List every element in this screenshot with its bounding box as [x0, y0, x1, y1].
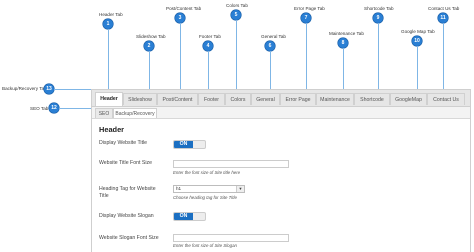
- callout-badge-10: 10: [412, 36, 422, 46]
- tab-google-map[interactable]: GoogleMap: [390, 93, 427, 105]
- display-title-toggle[interactable]: ON: [173, 140, 206, 149]
- callout-badge-2: 2: [144, 41, 154, 51]
- callout-label-contact-us-tab: Contact Us Tab: [428, 6, 460, 11]
- callout-badge-11: 11: [438, 13, 448, 23]
- callout-line-5: [236, 20, 237, 93]
- toggle-on-label: ON: [174, 213, 193, 220]
- callout-label-seo-tab: SEO Tab: [30, 106, 49, 111]
- tab-shortcode[interactable]: Shortcode: [354, 93, 390, 105]
- callout-badge-1: 1: [103, 19, 113, 29]
- callout-label-error-page-tab: Error Page Tab: [294, 6, 325, 11]
- heading-tag-label: Heading Tag for Website Title: [99, 186, 156, 200]
- title-font-size-input[interactable]: [173, 160, 289, 168]
- heading-tag-hint: Choose heading tag for Site Title: [173, 195, 237, 200]
- callout-badge-8: 8: [338, 38, 348, 48]
- callout-line-7: [306, 23, 307, 93]
- callout-badge-13: 13: [44, 84, 54, 94]
- tab-general[interactable]: General: [251, 93, 280, 105]
- slogan-font-size-input[interactable]: [173, 234, 289, 242]
- callout-badge-5: 5: [231, 10, 241, 20]
- callout-line-2: [149, 51, 150, 93]
- toggle-on-label: ON: [174, 141, 193, 148]
- callout-badge-12: 12: [49, 103, 59, 113]
- section-title: Header: [99, 125, 125, 134]
- display-slogan-label: Display Website Slogan: [99, 213, 154, 219]
- tab-footer[interactable]: Footer: [198, 93, 225, 105]
- callout-line-6: [270, 51, 271, 93]
- callout-label-shortcode-tab: Shortcode Tab: [364, 6, 394, 11]
- display-title-label: Display Website Title: [99, 140, 148, 146]
- callout-line-3: [180, 23, 181, 93]
- callout-line-11: [443, 23, 444, 93]
- callout-label-general-tab: General Tab: [261, 34, 286, 39]
- callout-label-post-content-tab: Post/Content Tab: [166, 6, 202, 11]
- callout-label-google-map-tab: Google Map Tab: [401, 29, 435, 34]
- callout-label-maintenance-tab: Maintenance Tab: [329, 31, 364, 36]
- callout-badge-7: 7: [301, 13, 311, 23]
- slogan-font-size-hint: Enter the font size of Site Slogan: [173, 243, 237, 248]
- callout-badge-3: 3: [175, 13, 185, 23]
- heading-tag-select[interactable]: h1 ▼: [173, 185, 245, 193]
- display-slogan-toggle[interactable]: ON: [173, 212, 206, 221]
- callout-badge-6: 6: [265, 41, 275, 51]
- callout-badge-4: 4: [203, 41, 213, 51]
- title-font-size-label: Website Title Font Size: [99, 160, 152, 166]
- tab-seo[interactable]: SEO: [95, 108, 113, 118]
- callout-label-colors-tab: Colors Tab: [226, 3, 248, 8]
- annotated-screenshot: Header Tab 1 Slideshow Tab 2 Post/Conten…: [0, 0, 474, 252]
- callout-line-8: [343, 48, 344, 93]
- title-font-size-hint: Enter the font size of Site title here: [173, 170, 241, 175]
- callout-line-13: [54, 89, 91, 90]
- callout-line-9: [378, 23, 379, 93]
- heading-tag-value: h1: [176, 186, 182, 191]
- chevron-down-icon: ▼: [236, 186, 244, 192]
- tab-error-page[interactable]: Error Page: [280, 93, 316, 105]
- callout-line-4: [208, 51, 209, 93]
- callout-badge-9: 9: [373, 13, 383, 23]
- tab-slideshow[interactable]: Slideshow: [123, 93, 157, 105]
- tab-post-content[interactable]: Post/Content: [157, 93, 198, 105]
- callout-label-backup-recovery-tab: Backup/Recovery Tab: [2, 86, 47, 91]
- settings-panel: Header Slideshow Post/Content Footer Col…: [91, 89, 471, 252]
- callout-line-12: [59, 108, 92, 109]
- callout-line-1: [108, 29, 109, 93]
- callout-line-10: [417, 46, 418, 93]
- tab-colors[interactable]: Colors: [225, 93, 251, 105]
- tab-contact-us[interactable]: Contact Us: [427, 93, 465, 105]
- tab-backup-recovery[interactable]: Backup/Recovery: [113, 108, 157, 118]
- heading-tag-label-line2: Title: [99, 193, 109, 199]
- callout-label-footer-tab: Footer Tab: [199, 34, 221, 39]
- callout-label-slideshow-tab: Slideshow Tab: [136, 34, 166, 39]
- main-tab-bar: Header Slideshow Post/Content Footer Col…: [92, 90, 470, 107]
- tab-header[interactable]: Header: [95, 92, 123, 106]
- tab-maintenance[interactable]: Maintenance: [316, 93, 354, 105]
- heading-tag-label-line1: Heading Tag for Website: [99, 186, 156, 192]
- slogan-font-size-label: Website Slogan Font Size: [99, 235, 159, 241]
- secondary-tab-bar: SEO Backup/Recovery: [92, 107, 470, 119]
- callout-label-header-tab: Header Tab: [99, 12, 123, 17]
